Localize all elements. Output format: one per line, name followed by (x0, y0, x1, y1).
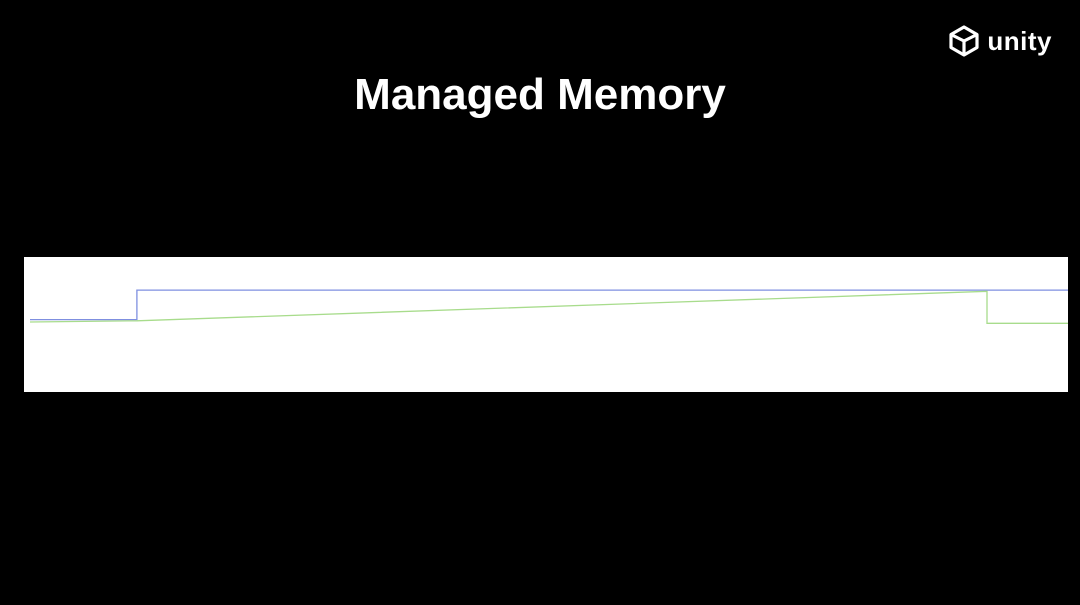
unity-logo: unity (947, 24, 1052, 58)
slide-title: Managed Memory (354, 70, 726, 119)
series-line-2 (29, 290, 1068, 324)
unity-cube-icon (949, 25, 979, 57)
memory-chart-panel (24, 257, 1068, 392)
logo-text: unity (987, 25, 1052, 56)
memory-chart (29, 289, 1068, 324)
